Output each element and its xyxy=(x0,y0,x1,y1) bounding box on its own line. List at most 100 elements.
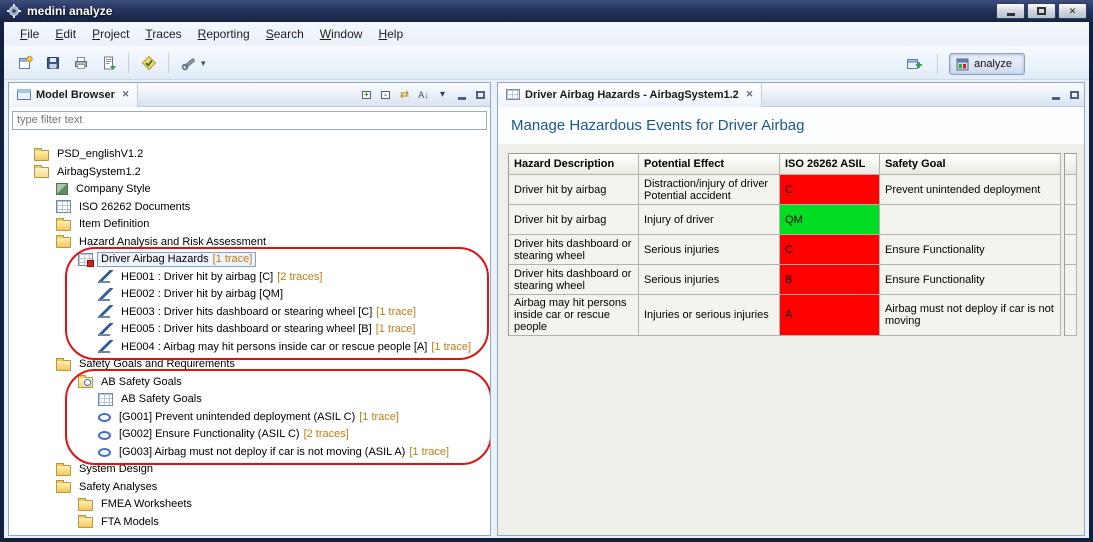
minimize-view-button[interactable] xyxy=(452,85,471,104)
hazard-editor-view: Driver Airbag Hazards - AirbagSystem1.2 … xyxy=(497,82,1085,536)
tree-item[interactable]: Safety Analyses xyxy=(9,478,490,496)
minimize-view-button[interactable] xyxy=(1046,85,1065,104)
column-header-hazard-description[interactable]: Hazard Description xyxy=(509,153,639,175)
safety-goal-cell[interactable]: Prevent unintended deployment xyxy=(880,175,1061,205)
tree-item[interactable]: [G002] Ensure Functionality (ASIL C) [2 … xyxy=(9,426,490,444)
view-menu-button[interactable]: ▾ xyxy=(433,85,452,104)
asil-cell[interactable]: C xyxy=(780,235,880,265)
report-button[interactable] xyxy=(96,51,121,76)
tools-button[interactable] xyxy=(176,51,201,76)
tree-item[interactable]: Safety Goals and Requirements xyxy=(9,356,490,374)
tree-item[interactable]: [G003] Airbag must not deploy if car is … xyxy=(9,443,490,461)
asil-cell[interactable]: B xyxy=(780,265,880,295)
tree-item[interactable]: Item Definition xyxy=(9,216,490,234)
open-perspective-button[interactable] xyxy=(901,52,926,77)
safety-goal-cell[interactable]: Airbag must not deploy if car is not mov… xyxy=(880,295,1061,336)
tree-item[interactable]: HE005 : Driver hits dashboard or stearin… xyxy=(9,321,490,339)
toolbar-separator xyxy=(128,53,129,73)
tree-item[interactable]: ISO 26262 Documents xyxy=(9,198,490,216)
column-header-asil[interactable]: ISO 26262 ASIL xyxy=(780,153,880,175)
trace-count-badge: [1 trace] xyxy=(376,323,416,335)
table-row[interactable]: Driver hit by airbag Injury of driver QM xyxy=(509,205,1077,235)
save-button[interactable] xyxy=(40,51,65,76)
table-row[interactable]: Driver hit by airbag Distraction/injury … xyxy=(509,175,1077,205)
menu-traces[interactable]: Traces xyxy=(137,24,189,44)
print-button[interactable] xyxy=(68,51,93,76)
tree-item-label: [G002] Ensure Functionality (ASIL C) xyxy=(119,428,300,440)
tree-item-label-box: HE004 : Airbag may hit persons inside ca… xyxy=(117,339,475,354)
style-icon xyxy=(56,183,68,195)
tab-close-icon[interactable]: ✕ xyxy=(746,89,754,100)
potential-effect-cell[interactable]: Distraction/injury of driver Potential a… xyxy=(639,175,780,205)
tab-close-icon[interactable]: ✕ xyxy=(122,89,130,100)
asil-cell[interactable]: A xyxy=(780,295,880,336)
menu-project[interactable]: Project xyxy=(84,24,137,44)
menu-window[interactable]: Window xyxy=(312,24,371,44)
tree-item[interactable]: PSD_englishV1.2 xyxy=(9,146,490,164)
table-row[interactable]: Airbag may hit persons inside car or res… xyxy=(509,295,1077,336)
analyze-perspective-button[interactable]: analyze xyxy=(949,53,1025,75)
tree-item[interactable]: AirbagSystem1.2 xyxy=(9,163,490,181)
potential-effect-cell[interactable]: Injuries or serious injuries xyxy=(639,295,780,336)
tree-item[interactable]: AB Safety Goals xyxy=(9,391,490,409)
link-with-editor-button[interactable]: ⇄ xyxy=(395,85,414,104)
project-icon xyxy=(34,150,49,161)
page-title: Manage Hazardous Events for Driver Airba… xyxy=(498,107,1084,145)
tree-item[interactable]: HE002 : Driver hit by airbag [QM] xyxy=(9,286,490,304)
hazard-event-icon xyxy=(98,270,113,283)
potential-effect-cell[interactable]: Serious injuries xyxy=(639,265,780,295)
hazard-description-cell[interactable]: Driver hit by airbag xyxy=(509,205,639,235)
hazard-description-cell[interactable]: Airbag may hit persons inside car or res… xyxy=(509,295,639,336)
tab-driver-airbag-hazards[interactable]: Driver Airbag Hazards - AirbagSystem1.2 … xyxy=(498,83,762,107)
close-button[interactable]: ✕ xyxy=(1058,3,1087,19)
maximize-view-button[interactable] xyxy=(471,85,490,104)
column-header-safety-goal[interactable]: Safety Goal xyxy=(880,153,1061,175)
tree-item-label: HE004 : Airbag may hit persons inside ca… xyxy=(121,341,427,353)
table-row[interactable]: Driver hits dashboard or stearing wheel … xyxy=(509,265,1077,295)
column-header-potential-effect[interactable]: Potential Effect xyxy=(639,153,780,175)
tree-item[interactable]: AB Safety Goals xyxy=(9,373,490,391)
menu-help[interactable]: Help xyxy=(370,24,411,44)
new-button[interactable] xyxy=(12,51,37,76)
minimize-button[interactable] xyxy=(996,3,1025,19)
tab-model-browser[interactable]: Model Browser ✕ xyxy=(9,83,138,107)
tree-item[interactable]: System Design xyxy=(9,461,490,479)
filter-input[interactable] xyxy=(12,111,487,130)
sort-button[interactable]: A↓ xyxy=(414,85,433,104)
tree-item[interactable]: Driver Airbag Hazards [1 trace] xyxy=(9,251,490,269)
tree-item[interactable]: FMEA Worksheets xyxy=(9,496,490,514)
hazard-description-cell[interactable]: Driver hits dashboard or stearing wheel xyxy=(509,235,639,265)
collapse-all-button[interactable]: - xyxy=(376,85,395,104)
menu-search[interactable]: Search xyxy=(258,24,312,44)
tree-item[interactable]: Company Style xyxy=(9,181,490,199)
tree-item-label: PSD_englishV1.2 xyxy=(57,148,143,160)
asil-cell[interactable]: C xyxy=(780,175,880,205)
maximize-view-button[interactable] xyxy=(1065,85,1084,104)
validate-button[interactable] xyxy=(136,51,161,76)
asil-cell[interactable]: QM xyxy=(780,205,880,235)
safety-goal-cell[interactable]: Ensure Functionality xyxy=(880,235,1061,265)
tools-dropdown-icon[interactable]: ▾ xyxy=(201,58,206,69)
potential-effect-cell[interactable]: Injury of driver xyxy=(639,205,780,235)
maximize-view-icon xyxy=(476,91,485,99)
tree-item[interactable]: HE004 : Airbag may hit persons inside ca… xyxy=(9,338,490,356)
hazard-description-cell[interactable]: Driver hits dashboard or stearing wheel xyxy=(509,265,639,295)
menu-reporting[interactable]: Reporting xyxy=(190,24,258,44)
maximize-button[interactable] xyxy=(1027,3,1056,19)
tree-item[interactable]: FTA Models xyxy=(9,513,490,531)
hazard-description-cell[interactable]: Driver hit by airbag xyxy=(509,175,639,205)
add-button[interactable]: + xyxy=(357,85,376,104)
safety-goal-cell[interactable] xyxy=(880,205,1061,235)
tree-item[interactable]: HE001 : Driver hit by airbag [C] [2 trac… xyxy=(9,268,490,286)
model-browser-icon xyxy=(17,89,31,100)
validate-icon xyxy=(141,55,157,71)
menu-edit[interactable]: Edit xyxy=(47,24,84,44)
view-menu-icon: ▾ xyxy=(440,89,445,100)
potential-effect-cell[interactable]: Serious injuries xyxy=(639,235,780,265)
menu-file[interactable]: File xyxy=(12,24,47,44)
tree-item[interactable]: Hazard Analysis and Risk Assessment xyxy=(9,233,490,251)
tree-item[interactable]: HE003 : Driver hits dashboard or stearin… xyxy=(9,303,490,321)
safety-goal-cell[interactable]: Ensure Functionality xyxy=(880,265,1061,295)
tree-item[interactable]: [G001] Prevent unintended deployment (AS… xyxy=(9,408,490,426)
table-row[interactable]: Driver hits dashboard or stearing wheel … xyxy=(509,235,1077,265)
